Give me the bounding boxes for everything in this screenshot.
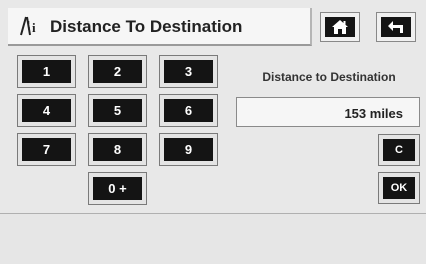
bottom-bar: [0, 213, 426, 264]
back-button[interactable]: [376, 12, 416, 42]
key-1-label: 1: [22, 60, 71, 83]
key-2[interactable]: 2: [88, 55, 147, 88]
ok-button[interactable]: OK: [378, 172, 420, 204]
key-7-label: 7: [22, 138, 71, 161]
distance-label: Distance to Destination: [262, 70, 396, 84]
key-2-label: 2: [93, 60, 142, 83]
key-5-label: 5: [93, 99, 142, 122]
clear-button-label: C: [383, 139, 415, 161]
key-5[interactable]: 5: [88, 94, 147, 127]
distance-value: 153 miles: [344, 106, 403, 121]
back-arrow-icon: [388, 21, 403, 33]
ok-button-label: OK: [383, 177, 415, 199]
key-4[interactable]: 4: [17, 94, 76, 127]
key-8-label: 8: [93, 138, 142, 161]
home-button[interactable]: [320, 12, 360, 42]
distance-to-destination-screen: i Distance To Destination 1 2 3 4 5 6 7 …: [0, 0, 426, 264]
key-4-label: 4: [22, 99, 71, 122]
title-panel: i Distance To Destination: [8, 8, 312, 46]
key-9-label: 9: [164, 138, 213, 161]
distance-value-field[interactable]: 153 miles: [236, 97, 420, 127]
svg-text:i: i: [32, 20, 36, 35]
key-0-plus-label: 0 +: [93, 177, 142, 200]
key-3[interactable]: 3: [159, 55, 218, 88]
key-6[interactable]: 6: [159, 94, 218, 127]
key-6-label: 6: [164, 99, 213, 122]
home-icon: [332, 20, 348, 34]
page-title: Distance To Destination: [50, 17, 243, 36]
key-8[interactable]: 8: [88, 133, 147, 166]
key-3-label: 3: [164, 60, 213, 83]
key-1[interactable]: 1: [17, 55, 76, 88]
key-9[interactable]: 9: [159, 133, 218, 166]
clear-button[interactable]: C: [378, 134, 420, 166]
key-0-plus[interactable]: 0 +: [88, 172, 147, 205]
road-distance-icon: i: [20, 16, 36, 36]
key-7[interactable]: 7: [17, 133, 76, 166]
